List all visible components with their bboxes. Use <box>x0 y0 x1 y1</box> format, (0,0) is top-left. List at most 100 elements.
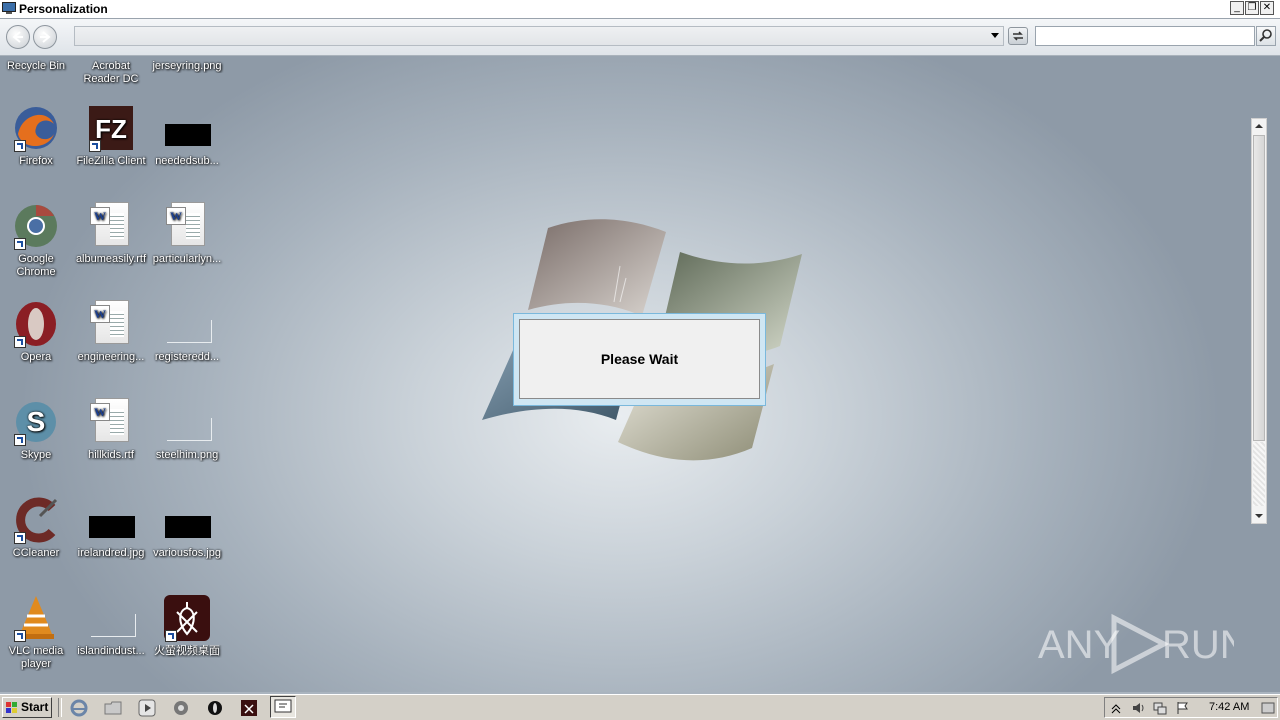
desktop-icon-jerseyring[interactable]: jerseyring.png <box>150 57 224 73</box>
desktop-icon-label: variousfos.jpg <box>153 547 221 559</box>
search-button[interactable] <box>1256 26 1276 46</box>
desktop-icon-label: engineering... <box>77 351 145 363</box>
desktop-icon-particularlyn[interactable]: W particularlyn... <box>150 202 224 266</box>
taskbar-separator <box>58 698 62 717</box>
desktop-icon-hillkids[interactable]: W hillkids.rtf <box>74 398 148 462</box>
refresh-icon <box>1013 31 1023 41</box>
image-file-icon <box>163 496 211 544</box>
clock[interactable]: 7:42 AM <box>1209 701 1249 713</box>
desktop-icon-opera[interactable]: Opera <box>0 300 73 364</box>
opera-taskbar-icon[interactable] <box>206 699 224 717</box>
restore-button[interactable]: ❐ <box>1245 1 1259 15</box>
firefox-icon <box>12 104 60 152</box>
ie-icon[interactable] <box>70 699 88 717</box>
desktop-icon-label: CCleaner <box>12 547 60 559</box>
desktop-icon-ccleaner[interactable]: CCleaner <box>0 496 73 560</box>
desktop-icon-label: islandindust... <box>77 645 145 657</box>
desktop-icon-huoying[interactable]: 火萤视频桌面 <box>150 594 224 658</box>
desktop-icon-label: Recycle Bin <box>6 60 66 72</box>
taskbar: Start 7:42 AM <box>0 694 1280 720</box>
folder-icon[interactable] <box>104 699 122 717</box>
desktop-icon-label: 火萤视频桌面 <box>154 645 220 657</box>
desktop-icon-registeredd[interactable]: registeredd... <box>150 300 224 364</box>
desktop-icon-filezilla[interactable]: FZ FileZilla Client <box>74 104 148 168</box>
desktop-icon-skype[interactable]: S Skype <box>0 398 73 462</box>
please-wait-dialog: Please Wait <box>513 313 766 406</box>
chrome-icon <box>12 202 60 250</box>
start-label: Start <box>21 700 49 714</box>
desktop-icon-engineering[interactable]: W engineering... <box>74 300 148 364</box>
desktop-icon-vlc[interactable]: VLC media player <box>0 594 73 671</box>
image-file-icon <box>163 104 211 152</box>
desktop-icon-recycle-bin[interactable]: Recycle Bin <box>0 57 73 73</box>
desktop-icon-neededsub[interactable]: neededsub... <box>150 104 224 168</box>
scroll-thumb[interactable] <box>1253 135 1265 441</box>
network-icon[interactable] <box>1153 701 1167 715</box>
vertical-scrollbar[interactable] <box>1251 118 1267 524</box>
minimize-button[interactable]: _ <box>1230 1 1244 15</box>
windows-flag-icon <box>6 702 17 713</box>
desktop-icon-label: jerseyring.png <box>152 60 222 72</box>
back-arrow-icon <box>12 31 23 43</box>
watermark-text-right: RUN <box>1162 623 1234 667</box>
svg-text:S: S <box>27 406 46 437</box>
volume-icon[interactable] <box>1131 701 1145 715</box>
desktop-icon-irelandred[interactable]: irelandred.jpg <box>74 496 148 560</box>
show-desktop-icon[interactable] <box>1261 701 1275 715</box>
ccleaner-icon <box>12 496 60 544</box>
refresh-button[interactable] <box>1008 27 1028 45</box>
back-button[interactable] <box>6 25 30 49</box>
start-button[interactable]: Start <box>2 697 52 718</box>
desktop-icon-albumeasily[interactable]: W albumeasily.rtf <box>74 202 148 266</box>
active-window-taskbar-button[interactable] <box>270 696 296 718</box>
scroll-up-button[interactable] <box>1252 119 1266 133</box>
scroll-track[interactable] <box>1253 442 1265 506</box>
desktop-icon-label: Firefox <box>19 155 53 167</box>
forward-arrow-icon <box>40 31 51 43</box>
desktop-icon-steelhim[interactable]: steelhim.png <box>150 398 224 462</box>
window-title: Personalization <box>19 2 108 16</box>
chrome-taskbar-icon[interactable] <box>172 699 190 717</box>
chevron-down-icon <box>1255 514 1263 518</box>
show-hidden-icons-icon[interactable] <box>1109 701 1123 715</box>
desktop-icon-label: albumeasily.rtf <box>75 253 147 265</box>
rtf-document-icon: W <box>87 202 135 250</box>
desktop-icon-firefox[interactable]: Firefox <box>0 104 73 168</box>
search-icon <box>1259 29 1272 42</box>
watermark-text-left: ANY <box>1038 623 1120 667</box>
desktop-icon-label: irelandred.jpg <box>77 547 145 559</box>
dialog-body: Please Wait <box>519 319 760 399</box>
huoying-icon <box>163 594 211 642</box>
play-icon <box>1111 613 1170 675</box>
chevron-up-icon <box>1255 124 1263 128</box>
image-file-icon <box>87 496 135 544</box>
desktop: Recycle Bin Firefox Google Chrome Opera … <box>0 56 1280 692</box>
desktop-icon-label: Skype <box>20 449 52 461</box>
desktop-icon-islandindust[interactable]: islandindust... <box>74 594 148 658</box>
blank-file-icon <box>163 300 212 348</box>
filezilla-icon: FZ <box>87 104 135 152</box>
rtf-document-icon: W <box>87 300 135 348</box>
personalization-app-icon <box>2 2 16 14</box>
huoying-taskbar-icon[interactable] <box>240 699 258 717</box>
scroll-down-button[interactable] <box>1252 509 1266 523</box>
active-window-icon <box>274 699 292 713</box>
blank-file-icon <box>163 398 212 446</box>
close-button[interactable]: ✕ <box>1260 1 1274 15</box>
desktop-icon-label: hillkids.rtf <box>88 449 134 461</box>
forward-button[interactable] <box>33 25 57 49</box>
desktop-icon-acrobat[interactable]: Acrobat Reader DC <box>74 57 148 86</box>
desktop-icon-label: FileZilla Client <box>76 155 146 167</box>
desktop-icon-label: steelhim.png <box>155 449 219 461</box>
media-player-icon[interactable] <box>138 699 156 717</box>
search-input[interactable] <box>1035 26 1255 46</box>
address-bar[interactable] <box>74 26 1004 46</box>
desktop-icon-label: registeredd... <box>154 351 220 363</box>
desktop-icon-label: neededsub... <box>155 155 219 167</box>
blank-file-icon <box>87 594 136 642</box>
chevron-down-icon[interactable] <box>991 33 999 38</box>
action-center-flag-icon[interactable] <box>1175 701 1189 715</box>
desktop-icon-google-chrome[interactable]: Google Chrome <box>0 202 73 279</box>
system-tray: 7:42 AM <box>1104 697 1278 718</box>
desktop-icon-variousfos[interactable]: variousfos.jpg <box>150 496 224 560</box>
